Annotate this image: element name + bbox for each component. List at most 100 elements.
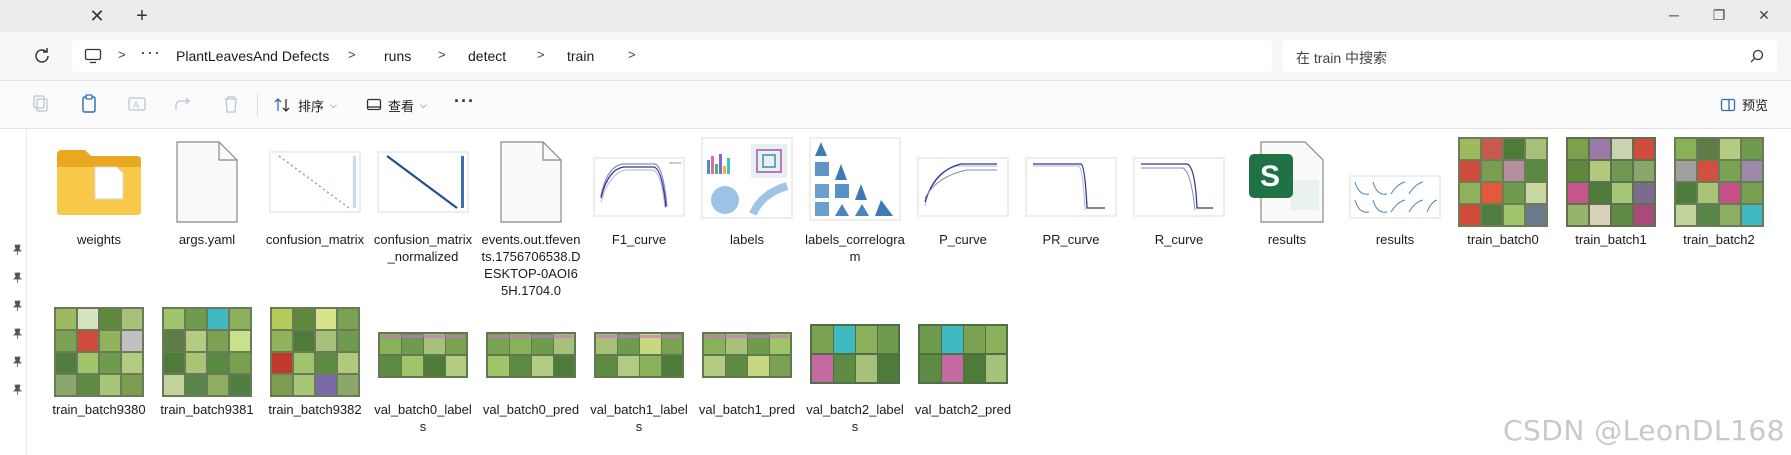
pin-icon[interactable] <box>11 300 23 312</box>
file-item[interactable]: labels_correlogram <box>803 135 907 265</box>
file-item[interactable]: train_batch9382 <box>263 305 367 418</box>
file-item[interactable]: labels <box>695 135 799 248</box>
val-batch-thumbnail <box>810 324 900 384</box>
file-item[interactable]: val_batch2_pred <box>911 305 1015 418</box>
breadcrumb-item[interactable]: runs <box>384 48 411 64</box>
curve-plot-thumbnail <box>1133 157 1225 217</box>
confusion-matrix-thumbnail <box>269 151 361 213</box>
image-grid-thumbnail <box>1674 137 1764 227</box>
file-item[interactable]: train_batch1 <box>1559 135 1663 248</box>
file-item[interactable]: train_batch0 <box>1451 135 1555 248</box>
file-item[interactable]: PR_curve <box>1019 135 1123 248</box>
file-item[interactable]: S results <box>1235 135 1339 248</box>
file-item[interactable]: P_curve <box>911 135 1015 248</box>
chevron-right-icon[interactable]: > <box>118 47 126 62</box>
file-name: results <box>1267 232 1307 247</box>
preview-pane-button[interactable]: 预览 <box>1720 95 1768 114</box>
file-item[interactable]: results <box>1343 135 1447 248</box>
refresh-icon[interactable] <box>30 44 54 68</box>
file-item[interactable]: val_batch0_labels <box>371 305 475 435</box>
pin-icon[interactable] <box>11 384 23 396</box>
svg-text:A: A <box>133 101 140 111</box>
navigation-pane <box>0 129 27 455</box>
file-name: train_batch9381 <box>160 402 254 417</box>
search-icon[interactable] <box>1749 48 1765 64</box>
breadcrumb-item[interactable]: detect <box>468 48 506 64</box>
file-item[interactable]: val_batch2_labels <box>803 305 907 435</box>
breadcrumb-overflow-button[interactable]: ··· <box>140 42 161 63</box>
pin-icon[interactable] <box>11 244 23 256</box>
val-batch-thumbnail <box>486 332 576 378</box>
file-item[interactable]: weights <box>47 135 151 248</box>
sort-button[interactable]: 排序 ⌵ <box>274 93 337 117</box>
image-grid-thumbnail <box>54 307 144 397</box>
close-window-button[interactable]: ✕ <box>1742 2 1786 28</box>
file-name: args.yaml <box>178 232 236 247</box>
file-item[interactable]: val_batch1_pred <box>695 305 799 418</box>
view-label: 查看 <box>388 98 415 114</box>
share-icon[interactable] <box>172 94 194 114</box>
correlogram-thumbnail <box>809 137 901 221</box>
file-item[interactable]: val_batch1_labels <box>587 305 691 435</box>
file-name: val_batch2_pred <box>914 402 1012 417</box>
search-input[interactable]: 在 train 中搜索 <box>1282 40 1777 72</box>
file-name: labels <box>730 232 764 247</box>
file-name: train_batch2 <box>1683 232 1755 247</box>
address-bar[interactable]: > ··· PlantLeavesAnd Defects > runs > de… <box>72 40 1272 72</box>
file-name: confusion_matrix <box>265 232 365 247</box>
copy-icon[interactable] <box>30 94 52 114</box>
svg-text:S: S <box>1260 160 1280 193</box>
chevron-right-icon[interactable]: > <box>537 47 545 62</box>
new-tab-button[interactable]: + <box>130 5 154 27</box>
view-button[interactable]: 查看 ⌵ <box>366 93 427 117</box>
file-name: val_batch1_pred <box>698 402 796 417</box>
file-item[interactable]: train_batch9380 <box>47 305 151 418</box>
file-item[interactable]: val_batch0_pred <box>479 305 583 418</box>
file-item[interactable]: events.out.tfevents.1756706538.DESKTOP-0… <box>479 135 583 299</box>
delete-icon[interactable] <box>220 94 242 114</box>
file-name: F1_curve <box>611 232 667 247</box>
file-item[interactable]: R_curve <box>1127 135 1231 248</box>
breadcrumb-item[interactable]: PlantLeavesAnd Defects <box>176 48 329 64</box>
file-item[interactable]: confusion_matrix <box>263 135 367 248</box>
chevron-right-icon[interactable]: > <box>628 47 636 62</box>
see-more-button[interactable]: ··· <box>454 91 475 112</box>
chevron-right-icon[interactable]: > <box>438 47 446 62</box>
rename-icon[interactable]: A <box>126 94 148 114</box>
blank-file-icon <box>176 141 238 223</box>
close-tab-button[interactable]: ✕ <box>86 5 108 27</box>
file-name: val_batch2_labels <box>806 402 904 434</box>
paste-icon[interactable] <box>78 94 100 114</box>
view-icon <box>366 98 382 111</box>
file-list: weights args.yaml confusion_matrix confu… <box>27 129 1791 455</box>
minimize-button[interactable]: ─ <box>1652 2 1696 28</box>
pin-icon[interactable] <box>11 328 23 340</box>
chevron-right-icon[interactable]: > <box>348 47 356 62</box>
file-item[interactable]: train_batch2 <box>1667 135 1771 248</box>
breadcrumb-item[interactable]: train <box>567 48 594 64</box>
tab-strip: ✕ + ─ ❐ ✕ <box>0 0 1791 32</box>
blank-file-icon <box>500 141 562 223</box>
file-name: train_batch0 <box>1467 232 1539 247</box>
val-batch-thumbnail <box>918 324 1008 384</box>
file-item[interactable]: args.yaml <box>155 135 259 248</box>
file-name: train_batch9382 <box>268 402 362 417</box>
pin-icon[interactable] <box>11 356 23 368</box>
file-name: results <box>1375 232 1415 247</box>
file-item[interactable]: train_batch9381 <box>155 305 259 418</box>
pin-icon[interactable] <box>11 272 23 284</box>
file-name: train_batch1 <box>1575 232 1647 247</box>
curve-plot-thumbnail <box>593 157 685 217</box>
file-item[interactable]: confusion_matrix_normalized <box>371 135 475 265</box>
search-placeholder: 在 train 中搜索 <box>1296 50 1388 66</box>
image-grid-thumbnail <box>270 307 360 397</box>
preview-pane-icon <box>1720 98 1736 111</box>
preview-label: 预览 <box>1742 98 1769 113</box>
file-item[interactable]: F1_curve <box>587 135 691 248</box>
restore-button[interactable]: ❐ <box>1697 2 1741 28</box>
this-pc-icon[interactable] <box>84 48 102 64</box>
image-grid-thumbnail <box>1566 137 1656 227</box>
val-batch-thumbnail <box>378 332 468 378</box>
results-plot-thumbnail <box>1349 175 1441 219</box>
file-name: R_curve <box>1154 232 1204 247</box>
